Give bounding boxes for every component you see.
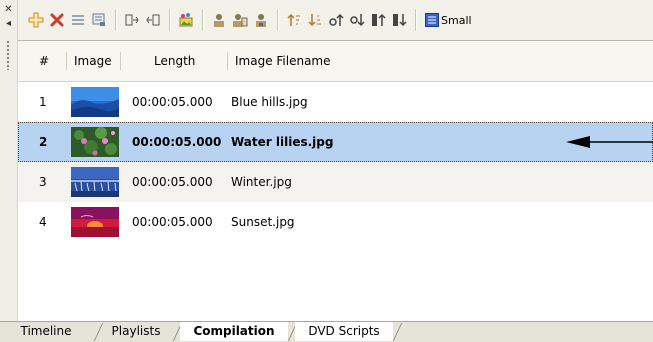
view-size-button[interactable]: Small xyxy=(422,9,475,31)
winter-thumbnail xyxy=(71,167,119,197)
row-filename: Winter.jpg xyxy=(231,175,292,189)
table-row[interactable]: 4 00:00:05.000 Sunset.jpg xyxy=(18,202,653,242)
pointer-arrow-icon xyxy=(566,136,653,148)
tab-dvd-scripts[interactable]: DVD Scripts xyxy=(295,322,393,341)
sort-down-button[interactable] xyxy=(305,9,325,31)
toolbar-separator xyxy=(277,9,279,31)
table-row[interactable]: 3 00:00:05.000 Winter.jpg xyxy=(18,162,653,202)
list-header: # Image Length Image Filename xyxy=(18,41,653,82)
move-down-icon xyxy=(350,14,365,27)
tab-divider xyxy=(392,323,403,341)
import-icon xyxy=(125,14,139,26)
image-effects-icon xyxy=(179,13,193,27)
toolbar-separator xyxy=(115,9,117,31)
panel-gripper[interactable]: ✕ ◂ xyxy=(0,0,18,322)
column-header-filename[interactable]: Image Filename xyxy=(235,41,331,81)
user-button[interactable] xyxy=(209,9,229,31)
row-filename: Blue hills.jpg xyxy=(231,95,308,109)
column-header-length[interactable]: Length xyxy=(154,41,195,81)
thumbnail-view-icon xyxy=(425,13,439,27)
sort-up-icon xyxy=(287,13,300,26)
delete-button[interactable] xyxy=(47,9,67,31)
align-icon xyxy=(72,15,84,25)
row-length: 00:00:05.000 xyxy=(132,135,222,149)
export-icon xyxy=(146,14,160,26)
user-star-icon xyxy=(256,14,266,27)
row-number: 3 xyxy=(39,175,47,189)
row-number: 2 xyxy=(39,135,48,149)
move-up-icon xyxy=(329,13,344,26)
blue-hills-thumbnail xyxy=(71,87,119,117)
toolbar-separator xyxy=(169,9,171,31)
tab-compilation[interactable]: Compilation xyxy=(180,322,288,341)
row-length: 00:00:05.000 xyxy=(132,175,213,189)
image-effects-button[interactable] xyxy=(176,9,196,31)
add-icon xyxy=(28,12,44,28)
image-list[interactable]: # Image Length Image Filename 1 00:00:05… xyxy=(18,40,653,323)
drag-handle-icon[interactable] xyxy=(6,40,10,70)
table-row-selected[interactable]: 2 00:00:05.000 Water lilies.jpg xyxy=(18,122,653,162)
tab-timeline[interactable]: Timeline xyxy=(10,322,82,341)
user-edit-button[interactable] xyxy=(230,9,250,31)
panel-tabs: Timeline Playlists Compilation DVD Scrip… xyxy=(0,321,653,342)
user-star-button[interactable] xyxy=(251,9,271,31)
column-divider[interactable] xyxy=(227,52,228,70)
move-top-button[interactable] xyxy=(368,9,388,31)
align-button[interactable] xyxy=(68,9,88,31)
move-bottom-button[interactable] xyxy=(389,9,409,31)
move-top-icon xyxy=(372,13,386,26)
sort-up-button[interactable] xyxy=(284,9,304,31)
close-icon[interactable]: ✕ xyxy=(3,4,14,15)
table-row[interactable]: 1 00:00:05.000 Blue hills.jpg xyxy=(18,82,653,122)
row-length: 00:00:05.000 xyxy=(132,215,213,229)
row-filename: Sunset.jpg xyxy=(231,215,295,229)
compilation-panel: ✕ ◂ Small # Image Length Image Filename … xyxy=(0,0,653,342)
row-number: 4 xyxy=(39,215,47,229)
properties-button[interactable] xyxy=(89,9,109,31)
sort-down-icon xyxy=(308,14,321,27)
column-divider[interactable] xyxy=(120,52,121,70)
delete-icon xyxy=(50,13,64,27)
properties-icon xyxy=(92,13,105,26)
move-down-button[interactable] xyxy=(347,9,367,31)
toolbar-separator xyxy=(415,9,417,31)
column-header-number[interactable]: # xyxy=(39,41,49,81)
export-button[interactable] xyxy=(143,9,163,31)
tab-playlists[interactable]: Playlists xyxy=(100,322,172,341)
move-up-button[interactable] xyxy=(326,9,346,31)
row-number: 1 xyxy=(39,95,47,109)
compilation-toolbar: Small xyxy=(18,0,653,40)
water-lilies-thumbnail xyxy=(71,127,119,157)
sunset-thumbnail xyxy=(71,207,119,237)
row-filename: Water lilies.jpg xyxy=(231,135,334,149)
collapse-arrow-icon[interactable]: ◂ xyxy=(3,18,14,29)
row-length: 00:00:05.000 xyxy=(132,95,213,109)
import-button[interactable] xyxy=(122,9,142,31)
move-bottom-icon xyxy=(393,14,407,27)
user-icon xyxy=(214,14,224,27)
column-divider[interactable] xyxy=(66,52,67,70)
column-header-image[interactable]: Image xyxy=(74,41,112,81)
user-edit-icon xyxy=(233,14,248,27)
add-button[interactable] xyxy=(26,9,46,31)
view-size-label: Small xyxy=(441,13,472,27)
toolbar-separator xyxy=(202,9,204,31)
